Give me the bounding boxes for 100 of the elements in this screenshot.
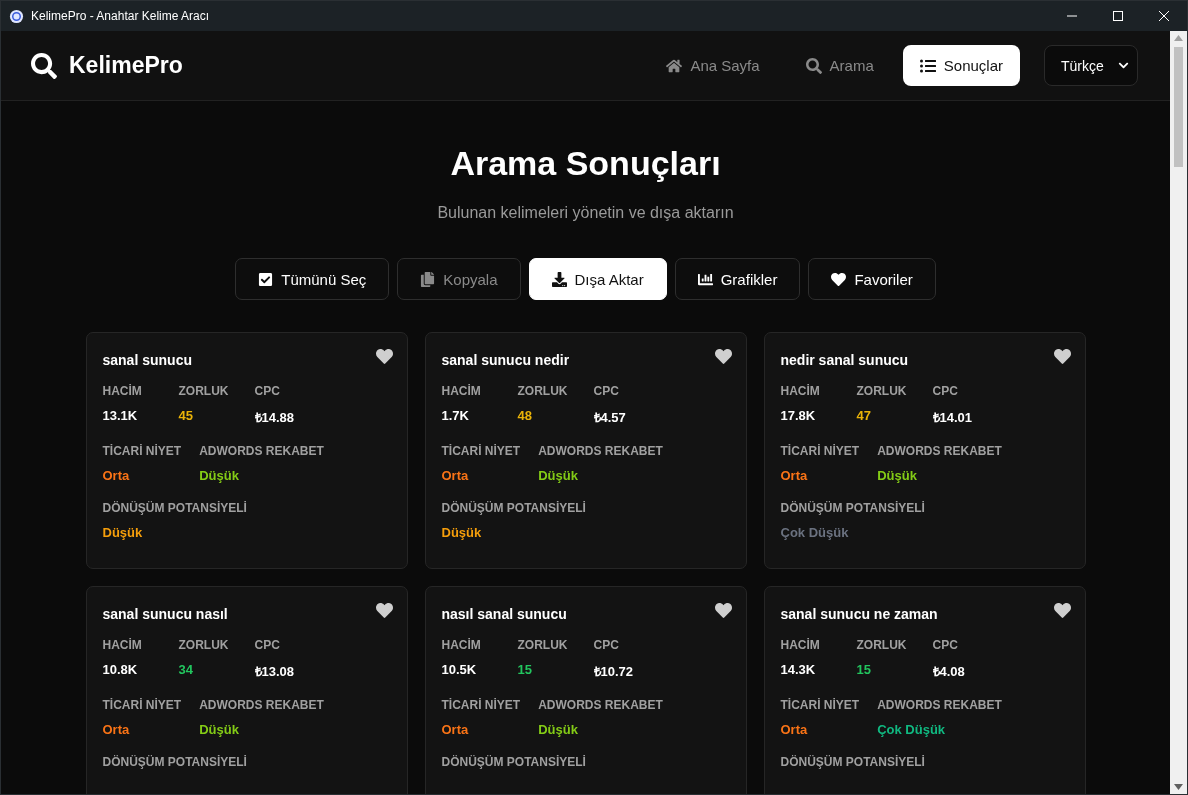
metric-label: ZORLUK <box>856 638 908 652</box>
metric-label: DÖNÜŞÜM POTANSİYELİ <box>780 755 925 769</box>
heart-icon[interactable] <box>1053 602 1071 619</box>
metric-label: HACİM <box>102 638 143 652</box>
metric-value: ₺14.01 <box>932 409 974 426</box>
metric-value: 1.7K <box>441 408 470 423</box>
home-icon <box>666 57 683 74</box>
metric-label: DÖNÜŞÜM POTANSİYELİ <box>441 755 586 769</box>
toolbar-button[interactable]: Favoriler <box>808 258 936 300</box>
page-subtitle: Bulunan kelimeleri yönetin ve dışa aktarın <box>437 204 734 222</box>
checkbox-icon <box>258 271 274 287</box>
metric-label: DÖNÜŞÜM POTANSİYELİ <box>102 501 247 515</box>
logo-text: KelimePro <box>69 52 183 79</box>
metric-value: ₺13.08 <box>254 663 296 680</box>
metric-label: DÖNÜŞÜM POTANSİYELİ <box>780 501 925 515</box>
metric-value: ₺14.88 <box>254 409 296 426</box>
metric-value: Çok Düşük <box>877 722 947 737</box>
metric-label: TİCARİ NİYET <box>441 698 521 712</box>
window-title: KelimePro - Anahtar Kelime Aracı <box>31 9 211 23</box>
metric-label: CPC <box>593 384 620 398</box>
metric-value: Çok Düşük <box>780 525 850 540</box>
metric-value: ₺4.08 <box>932 663 966 680</box>
metric-label: ADWORDS REKABET <box>199 698 324 712</box>
scrollbar-thumb[interactable] <box>1174 47 1183 167</box>
search-icon <box>31 52 57 79</box>
heart-icon[interactable] <box>714 348 732 365</box>
metric-label: DÖNÜŞÜM POTANSİYELİ <box>441 501 586 515</box>
nav-link[interactable]: Sonuçlar <box>902 45 1020 86</box>
metric-value: Düşük <box>441 525 483 540</box>
metric-label: CPC <box>932 384 959 398</box>
heart-icon[interactable] <box>375 602 393 619</box>
heart-icon[interactable] <box>714 602 732 619</box>
scrollbar[interactable] <box>1170 31 1187 794</box>
metric-label: HACİM <box>441 638 482 652</box>
copy-icon <box>420 271 436 287</box>
metric-label: TİCARİ NİYET <box>102 444 182 458</box>
keyword-title: sanal sunucu nedir <box>441 352 570 368</box>
keyword-title: nedir sanal sunucu <box>780 352 909 368</box>
metric-label: ZORLUK <box>178 638 230 652</box>
search-icon <box>805 57 822 74</box>
app-icon <box>9 8 24 24</box>
metric-value: 17.8K <box>780 408 817 423</box>
metric-value: 15 <box>517 662 533 677</box>
metric-label: HACİM <box>102 384 143 398</box>
metric-value: Düşük <box>877 468 918 483</box>
metric-label: ADWORDS REKABET <box>877 444 1002 458</box>
metric-value: Orta <box>441 468 470 483</box>
metric-value: Orta <box>780 722 809 737</box>
keyword-title: sanal sunucu nasıl <box>102 606 228 622</box>
metric-value: 13.1K <box>102 408 139 423</box>
metric-label: DÖNÜŞÜM POTANSİYELİ <box>102 755 247 769</box>
metric-value: Orta <box>102 722 131 737</box>
metric-label: HACİM <box>780 638 821 652</box>
metric-value: Düşük <box>538 468 579 483</box>
chevron-down-icon <box>1118 60 1129 71</box>
metric-value: Orta <box>102 468 131 483</box>
toolbar-button[interactable]: Dışa Aktar <box>528 258 667 300</box>
metric-label: HACİM <box>441 384 482 398</box>
metric-label: HACİM <box>780 384 821 398</box>
metric-label: TİCARİ NİYET <box>780 698 860 712</box>
scroll-down-arrow-icon[interactable] <box>1174 784 1183 790</box>
metric-label: CPC <box>932 638 959 652</box>
metric-value: Düşük <box>199 722 240 737</box>
metric-label: ADWORDS REKABET <box>538 444 663 458</box>
metric-label: TİCARİ NİYET <box>441 444 521 458</box>
metric-label: TİCARİ NİYET <box>102 698 182 712</box>
metric-label: ZORLUK <box>517 384 569 398</box>
metric-value: Düşük <box>102 525 144 540</box>
metric-value: 48 <box>517 408 533 423</box>
close-icon <box>1159 11 1169 21</box>
metric-label: CPC <box>593 638 620 652</box>
metric-label: ADWORDS REKABET <box>538 698 663 712</box>
list-icon <box>919 57 936 74</box>
metric-value: ₺4.57 <box>593 409 627 426</box>
metric-value: Orta <box>441 722 470 737</box>
metric-value: 47 <box>856 408 872 423</box>
heart-icon[interactable] <box>1053 348 1071 365</box>
nav-link[interactable]: Arama <box>788 45 891 86</box>
metric-value: 15 <box>856 662 872 677</box>
toolbar-button[interactable]: Tümünü Seç <box>235 258 390 300</box>
metric-value: Düşük <box>538 722 579 737</box>
heart-icon <box>831 271 847 287</box>
metric-label: ZORLUK <box>178 384 230 398</box>
download-icon <box>551 271 567 287</box>
heart-icon[interactable] <box>375 348 393 365</box>
metric-label: CPC <box>254 638 281 652</box>
metric-value: 34 <box>178 662 194 677</box>
metric-label: ZORLUK <box>856 384 908 398</box>
metric-label: ADWORDS REKABET <box>199 444 324 458</box>
toolbar-button[interactable]: Grafikler <box>674 258 801 300</box>
language-select[interactable]: Türkçe <box>1044 45 1138 86</box>
page-title: Arama Sonuçları <box>450 144 721 183</box>
nav-link[interactable]: Ana Sayfa <box>649 45 777 86</box>
bar-chart-icon <box>697 271 713 287</box>
metric-value: 14.3K <box>780 662 817 677</box>
keyword-title: nasıl sanal sunucu <box>441 606 567 622</box>
metric-label: ZORLUK <box>517 638 569 652</box>
metric-value: Orta <box>780 468 809 483</box>
metric-value: 10.5K <box>441 662 478 677</box>
metric-value: 45 <box>178 408 194 423</box>
